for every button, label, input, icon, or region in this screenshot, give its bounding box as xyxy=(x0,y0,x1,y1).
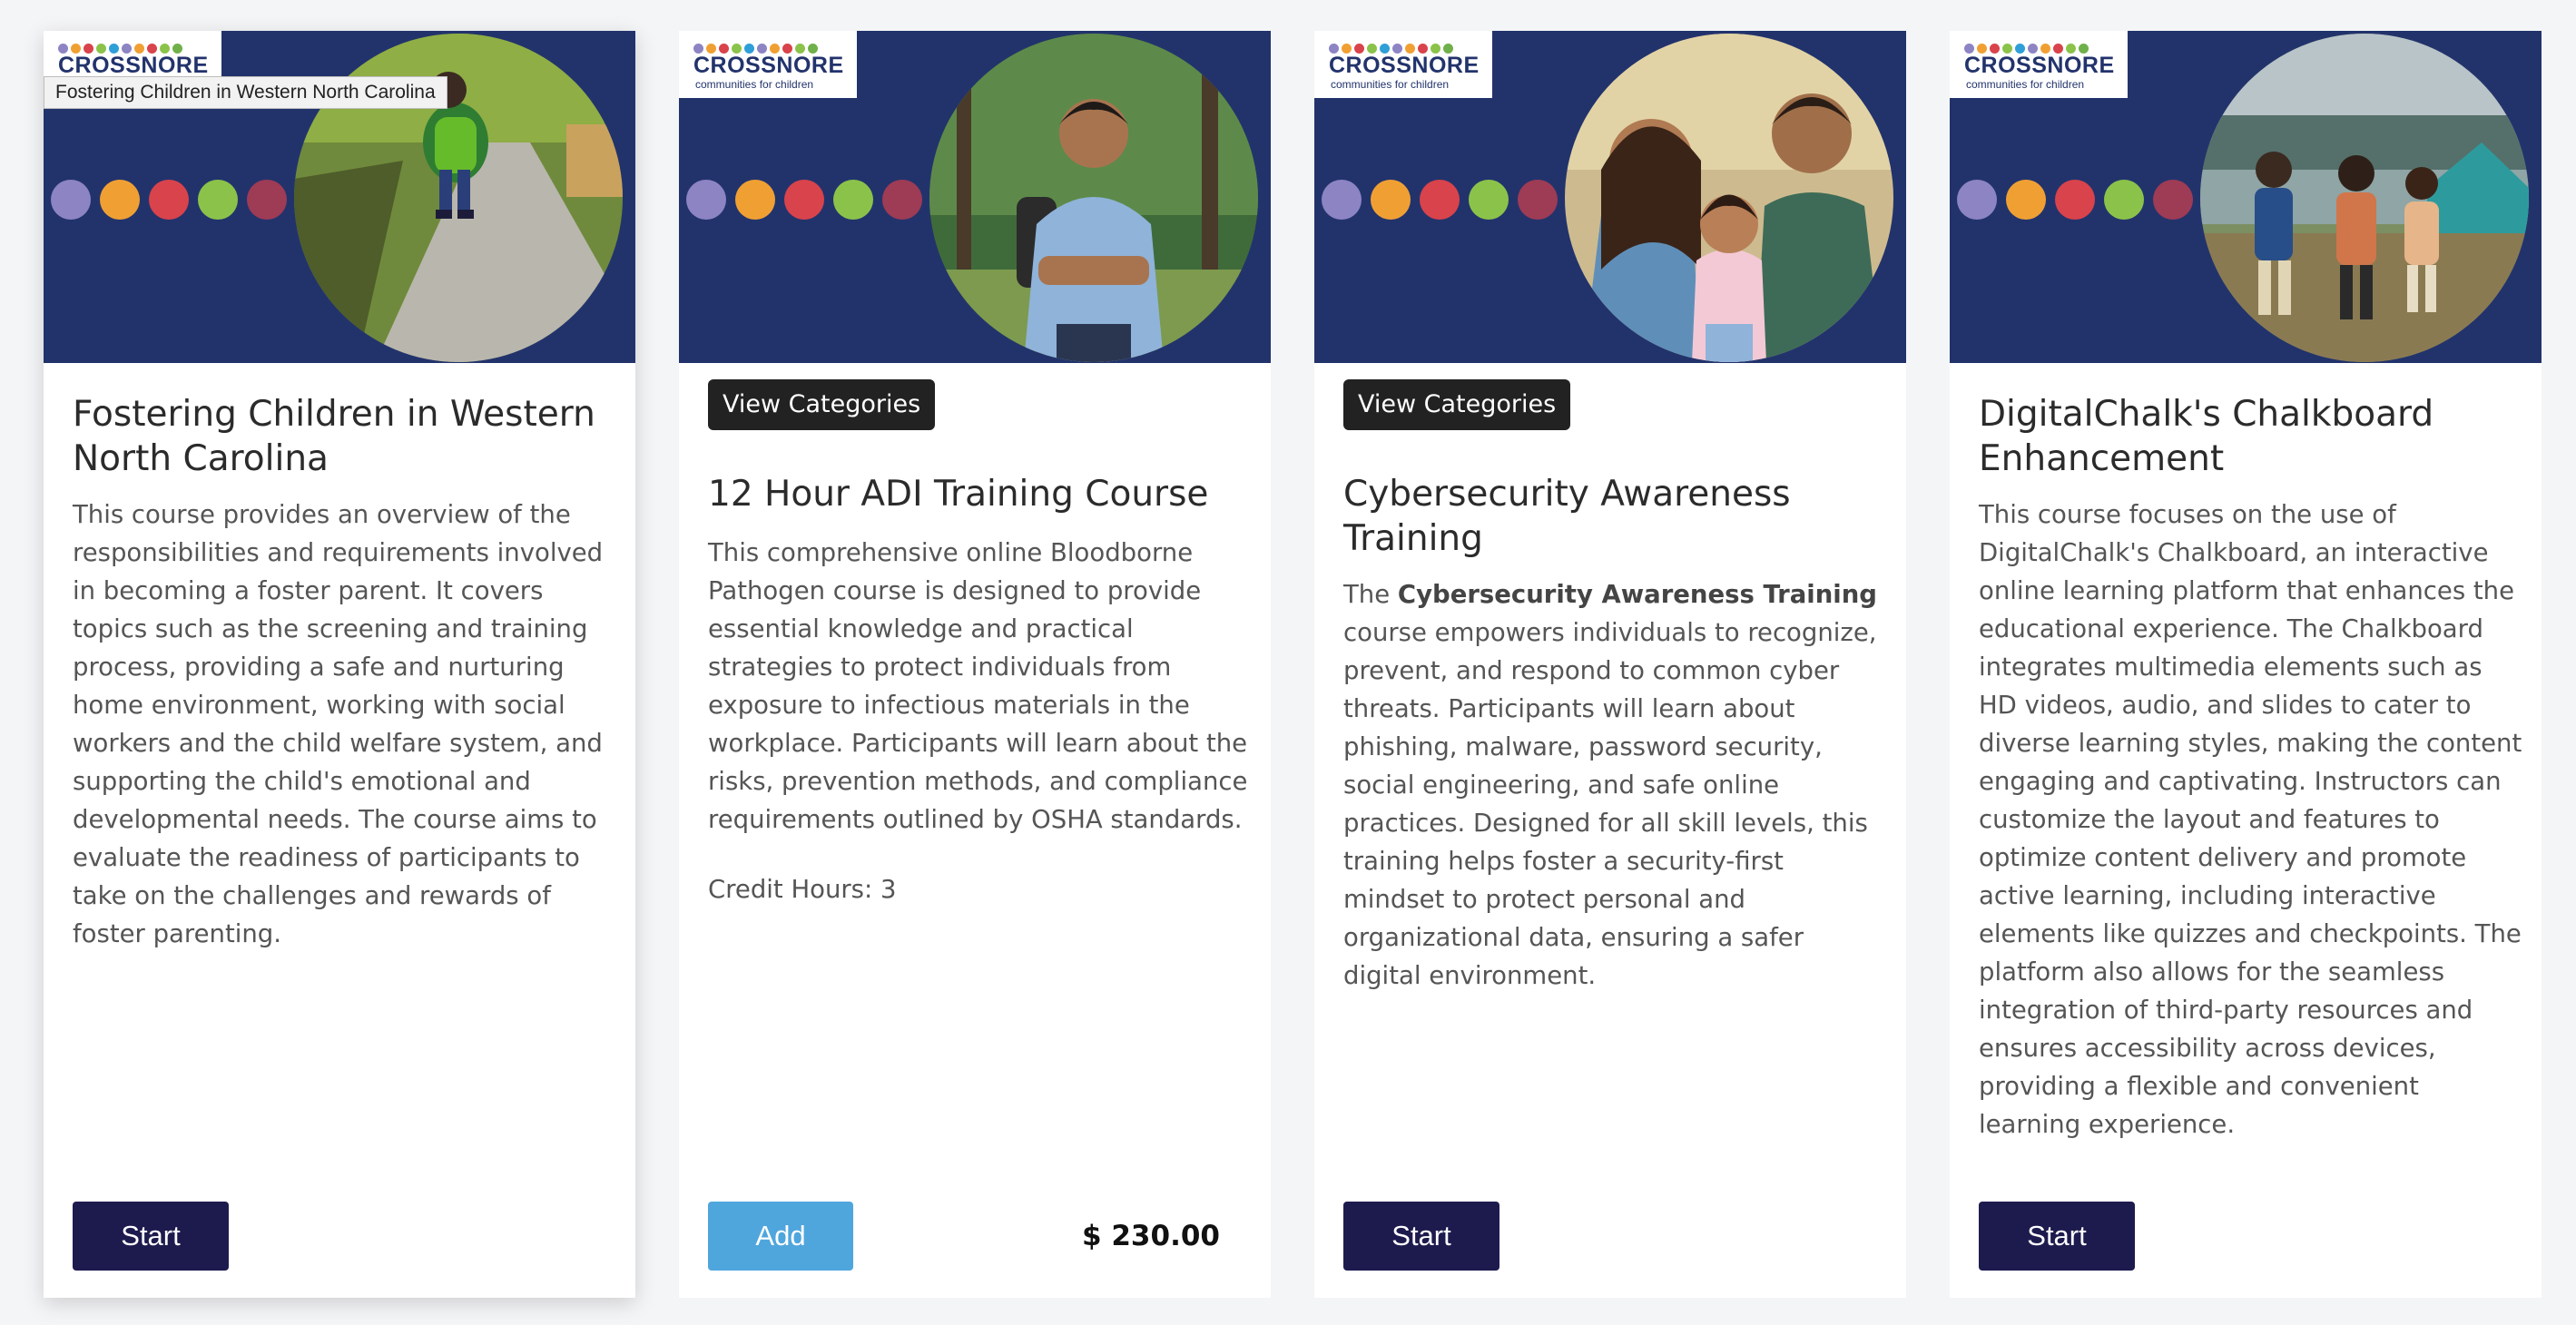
banner-dots xyxy=(686,180,931,223)
course-catalog-grid: CROSSNORE Fostering Children in Western … xyxy=(0,0,2576,1325)
description-text: course empowers individuals to recognize… xyxy=(1343,618,1877,990)
banner-dots xyxy=(1957,180,2202,223)
logo-name: CROSSNORE xyxy=(693,53,844,78)
banner-dot xyxy=(833,180,873,220)
add-button[interactable]: Add xyxy=(708,1202,853,1271)
logo-name: CROSSNORE xyxy=(58,53,209,78)
banner-dot xyxy=(1469,180,1509,220)
course-description: This comprehensive online Bloodborne Pat… xyxy=(708,538,1248,834)
course-title[interactable]: DigitalChalk's Chalkboard Enhancement xyxy=(1979,392,2514,481)
banner-dot xyxy=(1371,180,1411,220)
banner-dot xyxy=(2153,180,2193,220)
course-description: This course focuses on the use of Digita… xyxy=(1979,500,2522,1139)
course-photo xyxy=(929,34,1258,362)
description-prefix: The xyxy=(1343,580,1391,609)
credit-hours: Credit Hours: 3 xyxy=(708,875,897,904)
course-price: $ 230.00 xyxy=(1082,1220,1220,1252)
banner-dot xyxy=(1420,180,1460,220)
course-title[interactable]: Fostering Children in Western North Caro… xyxy=(73,392,608,481)
course-photo xyxy=(2200,34,2529,362)
crossnore-logo: CROSSNORE communities for children xyxy=(1314,31,1492,98)
title-tooltip: Fostering Children in Western North Caro… xyxy=(44,76,447,109)
logo-tagline: communities for children xyxy=(1331,78,1450,91)
logo-dots xyxy=(58,40,185,54)
banner-dot xyxy=(2104,180,2144,220)
banner-dot xyxy=(149,180,189,220)
course-card[interactable]: CROSSNORE Fostering Children in Western … xyxy=(44,31,635,1298)
logo-dots xyxy=(1329,40,1456,54)
banner-dot xyxy=(198,180,238,220)
course-card[interactable]: CROSSNORE communities for children xyxy=(1314,31,1906,1298)
course-card[interactable]: CROSSNORE communities for children xyxy=(1950,31,2542,1298)
banner-dot xyxy=(2055,180,2095,220)
banner-dot xyxy=(686,180,726,220)
logo-tagline: communities for children xyxy=(1966,78,2085,91)
banner-dot xyxy=(1518,180,1558,220)
banner-dot xyxy=(882,180,922,220)
banner-dot xyxy=(2006,180,2046,220)
description-bold: Cybersecurity Awareness Training xyxy=(1397,580,1877,609)
logo-name: CROSSNORE xyxy=(1329,53,1480,78)
course-banner[interactable]: CROSSNORE communities for children xyxy=(1950,31,2542,363)
logo-name: CROSSNORE xyxy=(1964,53,2115,78)
course-title[interactable]: Cybersecurity Awareness Training xyxy=(1343,472,1879,561)
banner-dot xyxy=(247,180,287,220)
logo-tagline: communities for children xyxy=(695,78,814,91)
banner-dot xyxy=(1957,180,1997,220)
view-categories-button[interactable]: View Categories xyxy=(1343,379,1571,430)
course-title[interactable]: 12 Hour ADI Training Course xyxy=(708,472,1244,516)
course-card[interactable]: CROSSNORE communities for children xyxy=(679,31,1271,1298)
logo-dots xyxy=(693,40,821,54)
banner-dot xyxy=(784,180,824,220)
course-description: This course provides an overview of the … xyxy=(73,500,604,948)
crossnore-logo: CROSSNORE communities for children xyxy=(1950,31,2128,98)
course-banner[interactable]: CROSSNORE communities for children xyxy=(1314,31,1906,363)
course-description: The Cybersecurity Awareness Training cou… xyxy=(1343,575,1888,995)
banner-dot xyxy=(1322,180,1362,220)
banner-dots xyxy=(51,180,296,223)
course-banner[interactable]: CROSSNORE communities for children xyxy=(679,31,1271,363)
start-button[interactable]: Start xyxy=(73,1202,229,1271)
start-button[interactable]: Start xyxy=(1343,1202,1499,1271)
crossnore-logo: CROSSNORE communities for children xyxy=(679,31,857,98)
course-banner[interactable]: CROSSNORE Fostering Children in Western … xyxy=(44,31,635,363)
banner-dots xyxy=(1322,180,1567,223)
banner-dot xyxy=(51,180,91,220)
course-photo xyxy=(1565,34,1893,362)
start-button[interactable]: Start xyxy=(1979,1202,2135,1271)
banner-dot xyxy=(735,180,775,220)
banner-dot xyxy=(100,180,140,220)
logo-dots xyxy=(1964,40,2091,54)
view-categories-button[interactable]: View Categories xyxy=(708,379,936,430)
